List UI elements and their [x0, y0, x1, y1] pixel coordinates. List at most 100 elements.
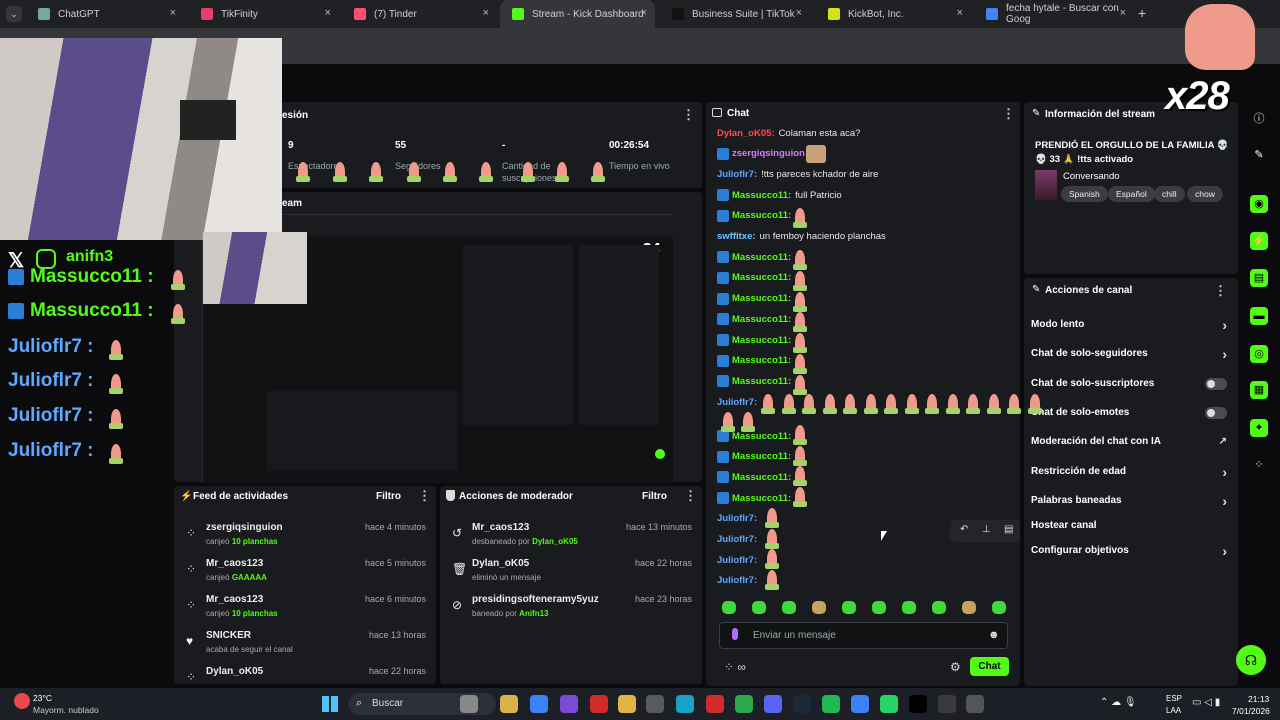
stream-tag[interactable]: Español [1108, 186, 1155, 202]
chat-username[interactable]: Massucco11: [732, 376, 791, 387]
chat-message[interactable]: Massucco11: [717, 448, 791, 466]
channel-action-item[interactable]: Hostear canal [1031, 520, 1227, 531]
channel-action-item[interactable]: Modo lento › [1031, 317, 1227, 333]
tiktok-icon[interactable] [909, 695, 927, 713]
chat-settings-icons[interactable]: ⁘ ∞ [724, 660, 746, 674]
tray-icons[interactable]: ⌃ ☁ 🎙 [1100, 697, 1137, 708]
browser-tab[interactable]: Stream - Kick Dashboard × [500, 0, 655, 28]
chat-username[interactable]: Julioflr7: [717, 169, 757, 180]
pin-icon[interactable]: ⊥ [982, 524, 991, 535]
toggle-switch[interactable] [1205, 407, 1227, 419]
channel-action-item[interactable]: Chat de solo-emotes [1031, 407, 1227, 419]
mic-icon[interactable] [732, 628, 738, 640]
emote-button[interactable] [992, 601, 1006, 614]
chat-username[interactable]: Massucco11: [732, 493, 791, 504]
stream-tag[interactable]: chow [1187, 186, 1223, 202]
chat-username[interactable]: Julioflr7: [717, 534, 757, 545]
dots-icon[interactable]: ⁘ [1250, 456, 1268, 474]
tab-close-icon[interactable]: × [641, 7, 647, 19]
chat-username[interactable]: Julioflr7: [717, 575, 757, 586]
copilot-icon[interactable] [500, 695, 518, 713]
mod-filter-button[interactable]: Filtro [642, 491, 667, 502]
chat-input-box[interactable]: Enviar un mensaje ☻ [719, 622, 1008, 649]
chat-rail-icon[interactable]: ▬ [1250, 307, 1268, 325]
camera-icon[interactable]: ◉ [1250, 195, 1268, 213]
chrome-icon[interactable] [735, 695, 753, 713]
chat-message[interactable]: Massucco11: [717, 248, 791, 266]
tab-close-icon[interactable]: × [957, 7, 963, 19]
start-icon[interactable] [322, 696, 338, 712]
store-icon[interactable] [560, 695, 578, 713]
tab-close-icon[interactable]: × [796, 7, 802, 19]
toggle-switch[interactable] [1205, 378, 1227, 390]
feed-menu-button[interactable]: ⋮ [418, 488, 431, 504]
chat-message[interactable]: zsergiqsinguion: [717, 145, 808, 163]
chat-message[interactable]: Julioflr7: [717, 531, 757, 549]
chat-message[interactable]: Massucco11: [717, 310, 791, 328]
new-tab-button[interactable]: + [1138, 5, 1146, 21]
media-icon[interactable] [590, 695, 608, 713]
tray-status-icons[interactable]: ▭ ◁ ▮ [1192, 697, 1220, 708]
whatsapp-icon[interactable] [880, 695, 898, 713]
gear-icon[interactable]: ⚙ [950, 660, 961, 674]
emote-button[interactable] [842, 601, 856, 614]
mod-item[interactable]: 🗑 Dylan_oK05 eliminó un mensaje hace 22 ho… [440, 554, 702, 590]
mod-item[interactable]: ⊘ presidingsofteneramy5yuz baneado por Ani… [440, 590, 702, 626]
edge-icon[interactable] [676, 695, 694, 713]
feed-item[interactable]: ⁘ Dylan_oK05 hace 22 horas [174, 662, 436, 684]
chat-message[interactable]: Massucco11: [717, 468, 791, 486]
emote-button[interactable] [902, 601, 916, 614]
mod-item[interactable]: ↺ Mr_caos123 desbaneado por Dylan_oK05 hace… [440, 518, 702, 554]
edit-icon[interactable]: ✎ [1250, 146, 1268, 164]
file-explorer-icon[interactable] [530, 695, 548, 713]
chat-username[interactable]: Massucco11: [732, 335, 791, 346]
chat-menu-button[interactable]: ⋮ [1002, 106, 1015, 122]
feed-filter-button[interactable]: Filtro [376, 491, 401, 502]
chat-message[interactable]: Massucco11: [717, 352, 791, 370]
chat-message[interactable]: Julioflr7: [717, 572, 757, 590]
chat-message[interactable]: Julioflr7: [717, 551, 757, 569]
emoji-icon[interactable]: ☻ [988, 629, 1000, 641]
red-app-icon[interactable] [706, 695, 724, 713]
chat-message[interactable]: Massucco11: [717, 489, 791, 507]
clock-date[interactable]: 7/01/2026 [1232, 706, 1270, 716]
browser-tab[interactable]: (7) Tinder × [342, 0, 497, 28]
session-menu-button[interactable]: ⋮ [682, 107, 695, 123]
emote-button[interactable] [812, 601, 826, 614]
chat-message[interactable]: Julioflr7: [717, 510, 757, 528]
emote-button[interactable] [962, 601, 976, 614]
clock-time[interactable]: 21:13 [1248, 694, 1269, 704]
emote-button[interactable] [782, 601, 796, 614]
folder-icon[interactable] [618, 695, 636, 713]
tab-close-icon[interactable]: × [325, 7, 331, 19]
terminal-icon[interactable] [646, 695, 664, 713]
clipboard-icon[interactable]: ▤ [1250, 269, 1268, 287]
settings-icon[interactable] [966, 695, 984, 713]
stream-tag[interactable]: chill [1154, 186, 1185, 202]
feed-item[interactable]: ♥ SNICKER acaba de seguir el canal hace 13… [174, 626, 436, 662]
chat-username[interactable]: Julioflr7: [717, 555, 757, 566]
chat-message[interactable]: swffitxe: un femboy haciendo planchas [717, 228, 886, 246]
browser-tab[interactable]: KickBot, Inc. × [816, 0, 971, 28]
tab-close-icon[interactable]: × [1120, 7, 1126, 19]
chat-username[interactable]: Massucco11: [732, 210, 791, 221]
chat-message[interactable]: Massucco11: [717, 372, 791, 390]
feed-item[interactable]: ⁘ Mr_caos123 canjeó GAAAAA hace 5 minutos [174, 554, 436, 590]
tab-close-icon[interactable]: × [483, 7, 489, 19]
chat-message[interactable]: Dylan_oK05: Colaman esta aca? [717, 124, 860, 142]
wrench-icon[interactable]: ✦ [1250, 419, 1268, 437]
lang-bottom[interactable]: LAA [1166, 706, 1181, 715]
chat-username[interactable]: Massucco11: [732, 472, 791, 483]
channel-action-item[interactable]: Chat de solo-suscriptores [1031, 378, 1227, 390]
app-icon[interactable] [851, 695, 869, 713]
channel-action-item[interactable]: Restricción de edad › [1031, 464, 1227, 480]
task-view-icon[interactable] [460, 695, 478, 713]
chat-message[interactable]: Julioflr7: !tts pareces kchador de aire [717, 165, 878, 183]
chat-message[interactable]: Massucco11: [717, 290, 791, 308]
emote-button[interactable] [722, 601, 736, 614]
feed-item[interactable]: ⁘ zsergiqsinguion canjeó 10 planchas hace 4… [174, 518, 436, 554]
browser-tab[interactable]: Business Suite | TikTok × [660, 0, 810, 28]
channel-action-item[interactable]: Configurar objetivos › [1031, 543, 1227, 559]
emote-button[interactable] [752, 601, 766, 614]
lang-top[interactable]: ESP [1166, 694, 1182, 703]
